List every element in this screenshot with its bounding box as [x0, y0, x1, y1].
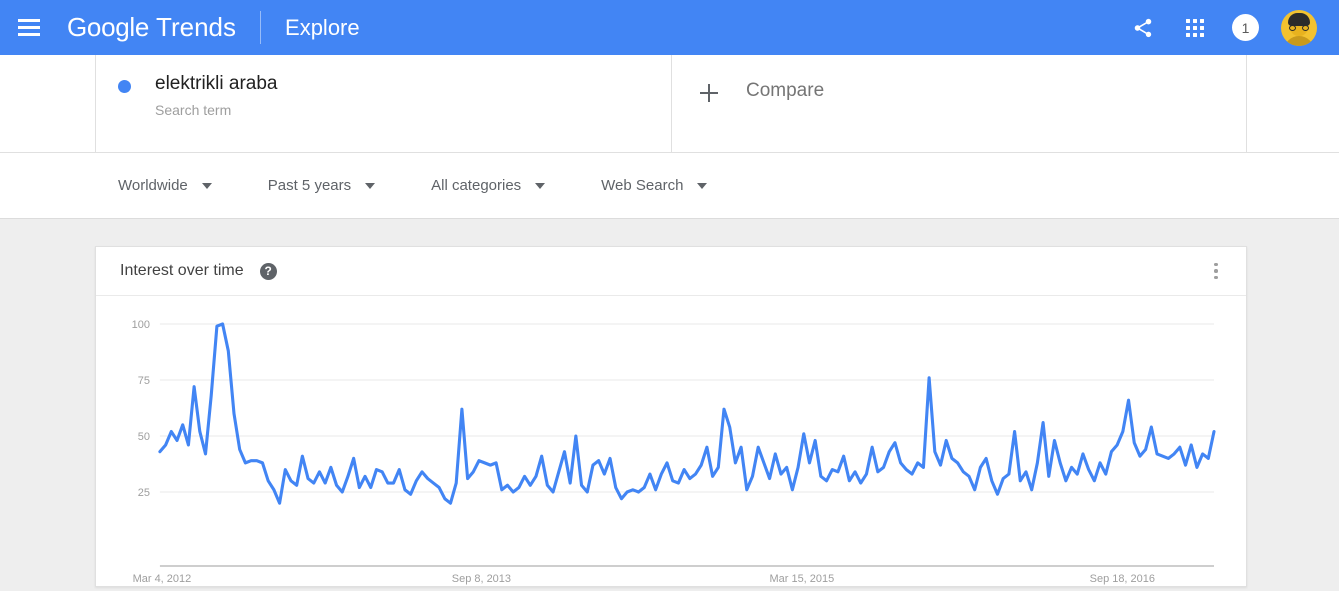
x-axis-tick-label: Sep 18, 2016: [1090, 573, 1155, 585]
brand-google-text: Google: [67, 12, 150, 42]
avatar-body: [1284, 35, 1314, 46]
avatar[interactable]: [1281, 9, 1317, 46]
notification-badge[interactable]: 1: [1232, 14, 1259, 41]
share-icon[interactable]: [1128, 13, 1158, 43]
hamburger-menu-icon[interactable]: [18, 19, 40, 36]
hamburger-bar: [18, 19, 40, 22]
chevron-down-icon: [201, 182, 212, 189]
apps-dot: [1193, 32, 1197, 37]
plus-icon: [700, 84, 718, 102]
apps-dot: [1200, 25, 1204, 30]
search-term-name: elektrikli araba: [155, 73, 278, 94]
apps-dot: [1200, 18, 1204, 23]
apps-grid-icon[interactable]: [1180, 13, 1210, 43]
y-axis-tick-label: 75: [138, 375, 150, 387]
apps-dot: [1200, 32, 1204, 37]
chart-area: 25 50 75 100 Mar 4, 2012 Sep 8, 2013 Mar 15, 2…: [96, 296, 1246, 586]
more-options-kebab-icon[interactable]: [1206, 261, 1226, 281]
avatar-glasses: [1289, 22, 1309, 31]
apps-dot: [1193, 18, 1197, 23]
filter-time-range[interactable]: Past 5 years: [267, 177, 376, 194]
interest-over-time-card: Interest over time ? 25 50 75 100 Mar 4, 201…: [95, 246, 1247, 587]
apps-dot: [1186, 32, 1190, 37]
chevron-down-icon: [535, 182, 546, 189]
hamburger-bar: [18, 33, 40, 36]
add-comparison-button[interactable]: Compare: [671, 55, 1247, 152]
kebab-dot: [1214, 262, 1218, 267]
brand-logo[interactable]: Google Trends: [67, 12, 236, 43]
main-content: Interest over time ? 25 50 75 100 Mar 4, 201…: [0, 219, 1339, 587]
filter-search-type[interactable]: Web Search: [601, 177, 708, 194]
filter-search-type-label: Web Search: [601, 177, 684, 194]
card-header: Interest over time ?: [96, 247, 1246, 296]
page-title: Interest over time: [120, 262, 244, 279]
search-term-type: Search term: [155, 102, 232, 118]
y-axis-tick-label: 25: [138, 487, 150, 499]
y-axis-tick-label: 100: [132, 319, 150, 331]
filter-location[interactable]: Worldwide: [118, 177, 212, 194]
search-terms-row: elektrikli araba Search term Compare: [0, 55, 1339, 153]
header-divider: [260, 11, 262, 44]
hamburger-bar: [18, 26, 40, 29]
search-term-card[interactable]: elektrikli araba Search term: [95, 55, 671, 152]
terms-left-gutter: [0, 55, 95, 152]
chevron-down-icon: [365, 182, 376, 189]
x-axis-tick-label: Sep 8, 2013: [452, 573, 511, 585]
header-actions: 1: [1128, 9, 1317, 46]
chart-line-elektrikli-araba: [158, 322, 1216, 505]
series-color-dot: [118, 80, 131, 93]
x-axis-tick-label: Mar 15, 2015: [770, 573, 835, 585]
search-term-text: elektrikli araba Search term: [155, 72, 278, 118]
chevron-down-icon: [697, 182, 708, 189]
y-axis-tick-label: 50: [138, 431, 150, 443]
compare-label: Compare: [746, 80, 825, 101]
interest-over-time-chart[interactable]: 25 50 75 100 Mar 4, 2012 Sep 8, 2013 Mar 15, 2…: [118, 314, 1218, 586]
apps-dot: [1186, 18, 1190, 23]
filter-bar: Worldwide Past 5 years All categories We…: [0, 153, 1339, 219]
x-axis-tick-label: Mar 4, 2012: [133, 573, 192, 585]
kebab-dot: [1214, 275, 1218, 280]
help-question-icon[interactable]: ?: [259, 262, 277, 280]
nav-explore[interactable]: Explore: [285, 15, 360, 41]
filter-category-label: All categories: [431, 177, 522, 194]
app-header: Google Trends Explore 1: [0, 0, 1339, 55]
filter-time-range-label: Past 5 years: [267, 177, 352, 194]
filter-location-label: Worldwide: [118, 177, 188, 194]
brand-trends-text: Trends: [156, 12, 237, 42]
apps-dot: [1193, 25, 1197, 30]
filter-category[interactable]: All categories: [431, 177, 546, 194]
apps-dot: [1186, 25, 1190, 30]
kebab-dot: [1214, 269, 1218, 273]
